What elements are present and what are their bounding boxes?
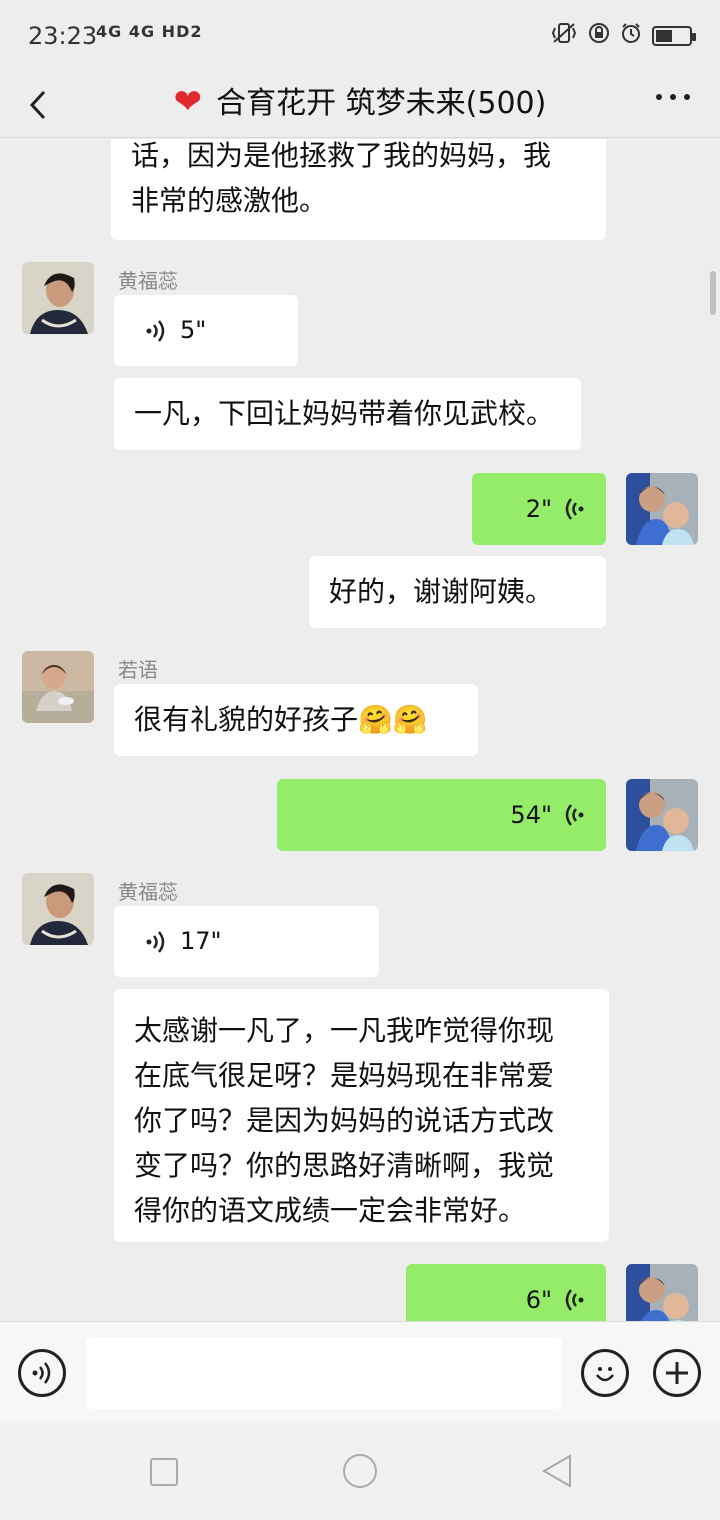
- voice-duration: 2": [525, 494, 552, 523]
- message-input[interactable]: [86, 1337, 562, 1409]
- hug-emoji-icon: 🤗🤗: [358, 703, 428, 736]
- status-icons: [550, 22, 696, 49]
- voice-wave-icon: [565, 804, 584, 826]
- voice-message[interactable]: 5": [114, 295, 298, 366]
- chat-header: ❤ 合育花开 筑梦未来(500): [0, 72, 720, 138]
- network-indicator: 4G 4G HD2: [96, 22, 203, 41]
- avatar-ruoyu[interactable]: [22, 651, 94, 723]
- voice-duration: 5": [180, 316, 207, 344]
- system-navigation-bar: [0, 1423, 720, 1520]
- vibrate-icon: [550, 22, 578, 49]
- input-bar: [0, 1321, 720, 1423]
- voice-duration: 17": [180, 927, 222, 955]
- voice-wave-icon: [146, 930, 165, 953]
- emoji-button[interactable]: [581, 1349, 629, 1397]
- message-bubble[interactable]: 话，因为是他拯救了我的妈妈，我 非常的感激他。: [111, 139, 606, 240]
- avatar-huangfurui[interactable]: [22, 262, 94, 334]
- alarm-icon: [620, 22, 642, 49]
- avatar-me[interactable]: [626, 1264, 698, 1321]
- message-text-line: 太感谢一凡了，一凡我咋觉得你现: [134, 1014, 555, 1047]
- avatar-huangfurui[interactable]: [22, 873, 94, 945]
- scrollbar-thumb[interactable]: [710, 271, 716, 315]
- voice-message[interactable]: 17": [114, 906, 379, 977]
- smiley-icon: [596, 1367, 614, 1382]
- battery-icon: [652, 25, 696, 46]
- voice-message-mine[interactable]: 54": [277, 779, 606, 851]
- voice-input-button[interactable]: [18, 1349, 66, 1397]
- sender-name: 黄福蕊: [118, 269, 178, 293]
- sender-name: 黄福蕊: [118, 880, 178, 904]
- back-triangle-icon[interactable]: [540, 1453, 574, 1489]
- voice-wave-icon: [146, 319, 165, 342]
- home-icon[interactable]: [343, 1454, 377, 1488]
- group-name: 合育花开 筑梦未来(500): [216, 86, 547, 121]
- message-text-line: 得你的语文成绩一定会非常好。: [134, 1194, 527, 1227]
- dot-icon: [656, 94, 662, 100]
- avatar-me[interactable]: [626, 779, 698, 851]
- voice-duration: 6": [525, 1285, 552, 1314]
- message-text-line: 话，因为是他拯救了我的妈妈，我: [131, 139, 552, 172]
- message-text-line: 非常的感激他。: [131, 184, 328, 217]
- message-text: 很有礼貌的好孩子: [134, 703, 359, 736]
- voice-message-mine[interactable]: 6": [406, 1264, 606, 1321]
- plus-icon: [666, 1362, 688, 1384]
- voice-message-mine[interactable]: 2": [472, 473, 606, 545]
- dot-icon: [684, 94, 690, 100]
- status-time: 23:23: [28, 22, 98, 50]
- message-text-line: 变了吗？你的思路好清晰啊，我觉: [134, 1149, 555, 1182]
- message-text: 一凡，下回让妈妈带着你见武校。: [134, 397, 555, 430]
- rotation-lock-icon: [588, 22, 610, 49]
- message-text-line: 在底气很足呀？是妈妈现在非常爱: [134, 1059, 555, 1092]
- message-bubble[interactable]: 很有礼貌的好孩子🤗🤗: [114, 684, 478, 756]
- sender-name: 若语: [118, 658, 158, 682]
- message-text: 好的，谢谢阿姨。: [329, 575, 554, 608]
- message-bubble[interactable]: 一凡，下回让妈妈带着你见武校。: [114, 378, 581, 450]
- message-list[interactable]: 话，因为是他拯救了我的妈妈，我 非常的感激他。 黄福蕊 5" 一凡，下回让妈妈带…: [0, 139, 720, 1321]
- voice-wave-icon: [565, 498, 584, 520]
- recent-apps-icon[interactable]: [150, 1458, 178, 1486]
- voice-wave-icon: [32, 1362, 51, 1384]
- message-text-line: 你了吗？是因为妈妈的说话方式改: [134, 1104, 555, 1137]
- message-bubble-mine[interactable]: 好的，谢谢阿姨。: [309, 556, 606, 628]
- dot-icon: [670, 94, 676, 100]
- message-bubble[interactable]: 太感谢一凡了，一凡我咋觉得你现 在底气很足呀？是妈妈现在非常爱 你了吗？是因为妈…: [114, 989, 609, 1242]
- voice-wave-icon: [565, 1289, 584, 1311]
- avatar-me[interactable]: [626, 473, 698, 545]
- more-functions-button[interactable]: [653, 1349, 701, 1397]
- red-heart-icon: ❤: [173, 82, 203, 122]
- more-options-button[interactable]: [656, 94, 690, 100]
- voice-duration: 54": [510, 800, 552, 829]
- status-bar: 23:23 4G 4G HD2: [0, 0, 720, 72]
- chat-title: ❤ 合育花开 筑梦未来(500): [0, 78, 720, 122]
